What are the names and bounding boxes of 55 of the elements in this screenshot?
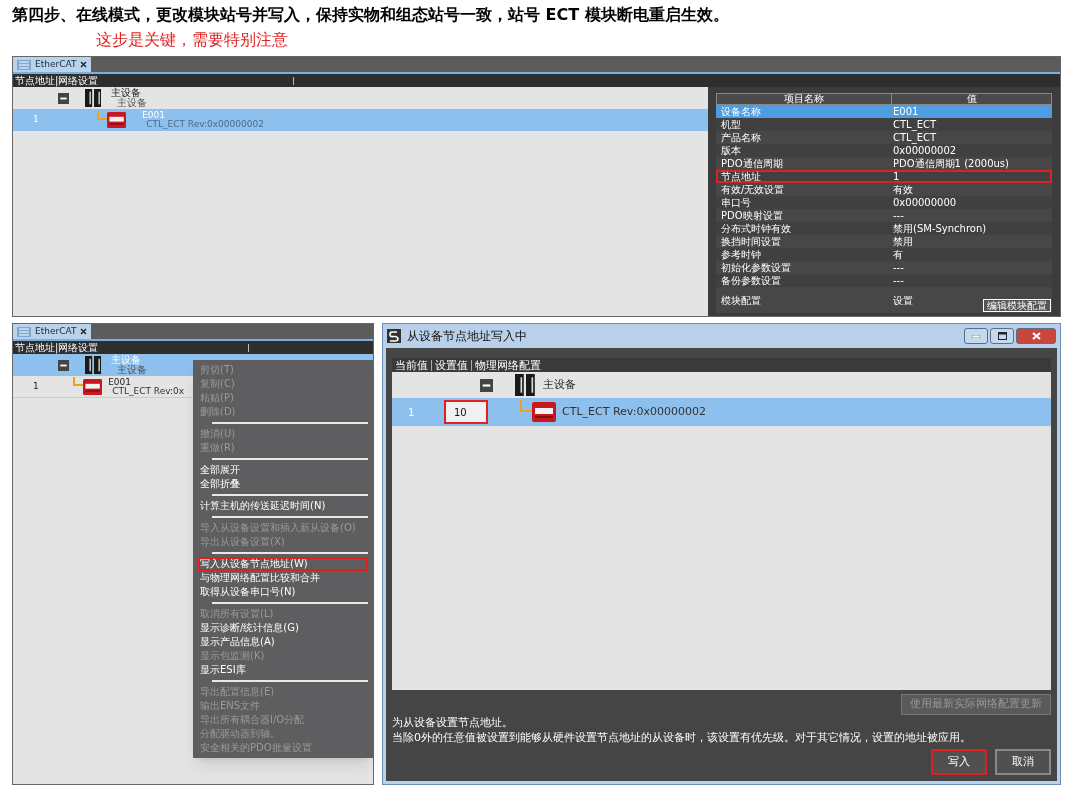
description-text: 当除0外的任意值被设置到能够从硬件设置节点地址的从设备时，该设置有优先级。对于其它情况，设置的地址被应用。 (392, 729, 972, 745)
property-value: --- (893, 210, 904, 221)
property-name: 有效/无效设置 (720, 184, 786, 195)
property-value: CTL_ECT (893, 132, 937, 143)
property-name: 节点地址 (720, 171, 762, 182)
row-number: 1 (32, 379, 37, 393)
property-value: --- (893, 275, 904, 286)
property-name: PDO映射设置 (720, 210, 784, 221)
device-subtitle: 主设备 (117, 365, 148, 375)
property-name: 换挡时间设置 (720, 236, 782, 247)
property-value: 禁用(SM-Synchron) (893, 223, 987, 234)
property-name: 备份参数设置 (720, 275, 782, 286)
device-model: CTL_ECT Rev:0x (112, 386, 185, 396)
column-header: 设置值 (431, 359, 471, 371)
device-model: CTL_ECT Rev:0x00000002 (146, 120, 264, 129)
device-name: 主设备 (111, 88, 143, 98)
device-name: E001 (108, 377, 132, 387)
device-subtitle: 主设备 (117, 98, 148, 108)
property-value: 设置 (893, 294, 913, 306)
property-value: E001 (893, 106, 919, 117)
property-value: 有 (893, 249, 903, 260)
dialog-title: 从设备节点地址写入中 (407, 328, 527, 345)
property-name: 设备名称 (720, 106, 762, 117)
step-title: 第四步、在线模式，更改模块站号并写入，保持实物和组态站号一致，站号 ECT 模块断电重启生效。 (11, 4, 730, 25)
panel-header: 节点地址|网络设置 (15, 342, 99, 353)
property-name: 串口号 (720, 197, 752, 208)
property-value: PDO通信周期1 (2000us) (893, 158, 1009, 169)
property-value: 0x00000002 (893, 145, 957, 156)
property-name: 版本 (720, 145, 742, 156)
property-name: 机型 (720, 119, 742, 130)
property-value: 有效 (893, 184, 913, 195)
property-name: 参考时钟 (720, 249, 762, 260)
warning-note: 这步是关键，需要特别注意 (95, 29, 289, 50)
panel-header: 节点地址|网络设置 (15, 75, 99, 86)
property-name: 初始化参数设置 (720, 262, 792, 273)
description-text: 为从设备设置节点地址。 (392, 714, 514, 730)
property-name: 分布式时钟有效 (720, 223, 792, 234)
property-value: 0x00000000 (893, 197, 957, 208)
row-number: 1 (407, 405, 416, 420)
property-value: --- (893, 262, 904, 273)
column-header: 值 (965, 94, 978, 104)
column-header: 项目名称 (717, 94, 892, 104)
column-header: 物理网络配置 (471, 359, 544, 371)
row-number: 1 (32, 113, 37, 127)
property-name: 模块配置 (720, 294, 762, 306)
device-model: CTL_ECT Rev:0x00000002 (562, 403, 706, 420)
property-value: 禁用 (893, 236, 913, 247)
property-value: 1 (893, 171, 900, 182)
device-name: E001 (142, 111, 166, 120)
device-name: 主设备 (542, 376, 576, 393)
device-name: 主设备 (111, 355, 143, 365)
column-header: 当前值 (394, 359, 429, 371)
property-value: CTL_ECT (893, 119, 937, 130)
property-name: PDO通信周期 (720, 158, 784, 169)
property-name: 产品名称 (720, 132, 762, 143)
